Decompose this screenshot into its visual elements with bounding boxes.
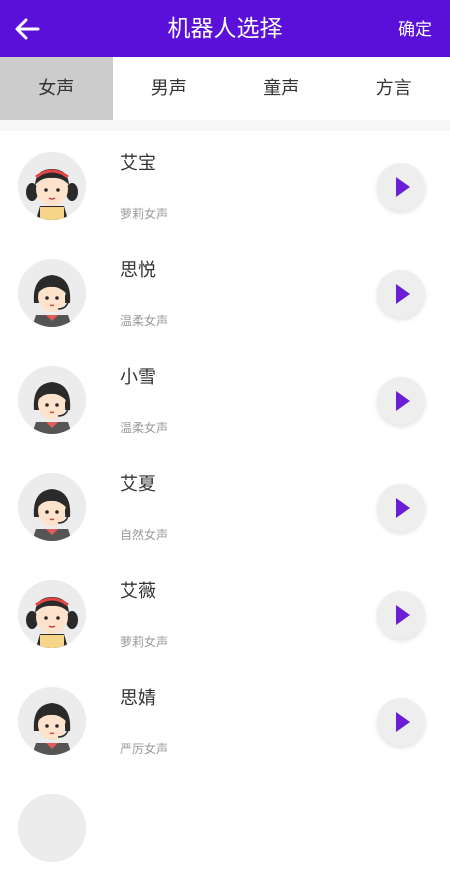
girl-headset-icon [18,473,86,541]
voice-description: 温柔女声 [120,312,168,330]
play-icon [377,163,425,211]
page-title: 机器人选择 [0,14,450,44]
voice-item[interactable]: 思婧 严厉女声 [0,666,450,773]
voice-description: 萝莉女声 [120,633,168,651]
voice-item[interactable]: 小雪 温柔女声 [0,345,450,452]
play-button[interactable] [377,163,425,211]
girl-headset-icon [18,366,86,434]
play-icon [377,270,425,318]
voice-category-tabs: 女声 男声 童声 方言 [0,57,450,120]
voice-name: 艾宝 [120,151,156,177]
voice-list: 艾宝 萝莉女声 思悦 温柔女声 [0,131,450,880]
tab-child[interactable]: 童声 [225,57,338,120]
voice-item[interactable] [0,773,450,880]
girl-headset-icon [18,259,86,327]
avatar [18,473,86,541]
girl-avatar-icon [18,794,86,862]
avatar [18,259,86,327]
voice-item[interactable]: 思悦 温柔女声 [0,238,450,345]
avatar [18,580,86,648]
voice-description: 严厉女声 [120,740,168,758]
play-button[interactable] [377,270,425,318]
avatar [18,366,86,434]
confirm-button[interactable]: 确定 [398,18,432,42]
voice-description: 温柔女声 [120,419,168,437]
girl-pigtails-icon [18,152,86,220]
play-icon [377,698,425,746]
girl-headset-icon [18,687,86,755]
play-button[interactable] [377,377,425,425]
avatar [18,794,86,862]
tab-female[interactable]: 女声 [0,57,113,120]
avatar [18,152,86,220]
play-button[interactable] [377,591,425,639]
play-icon [377,484,425,532]
tab-male[interactable]: 男声 [113,57,226,120]
avatar [18,687,86,755]
play-button[interactable] [377,698,425,746]
voice-name: 小雪 [120,365,156,391]
voice-name: 思婧 [120,686,156,712]
play-button[interactable] [377,484,425,532]
play-icon [377,377,425,425]
voice-name: 艾薇 [120,579,156,605]
tab-dialect[interactable]: 方言 [338,57,450,120]
voice-item[interactable]: 艾宝 萝莉女声 [0,131,450,238]
voice-name: 思悦 [120,258,156,284]
voice-description: 自然女声 [120,526,168,544]
top-app-bar: 机器人选择 确定 [0,0,450,57]
voice-item[interactable]: 艾夏 自然女声 [0,452,450,559]
play-icon [377,591,425,639]
voice-item[interactable]: 艾薇 萝莉女声 [0,559,450,666]
voice-name: 艾夏 [120,472,156,498]
voice-description: 萝莉女声 [120,205,168,223]
girl-pigtails-icon [18,580,86,648]
divider [0,120,450,131]
